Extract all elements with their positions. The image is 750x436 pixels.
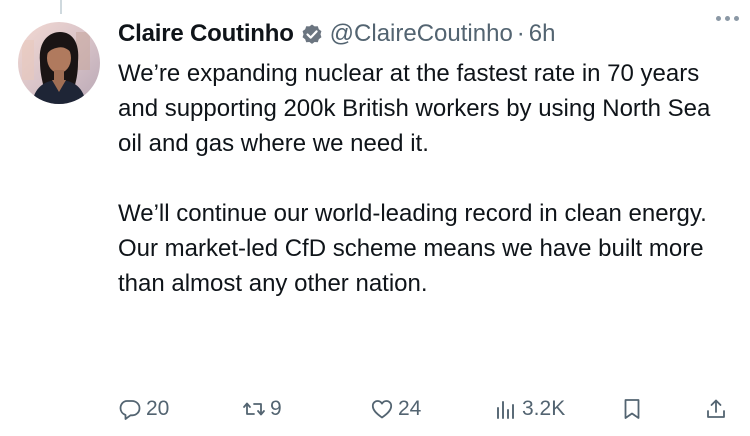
timestamp[interactable]: 6h: [529, 20, 556, 48]
reply-icon: [119, 400, 141, 420]
verified-badge-icon[interactable]: [300, 22, 324, 46]
bookmark-icon: [624, 399, 640, 419]
action-bar: 20 9 24 3.2K: [118, 394, 738, 424]
tweet-paragraph: We’ll continue our world-leading record …: [118, 200, 707, 297]
repost-icon: [243, 402, 265, 416]
bookmark-button[interactable]: [620, 394, 644, 424]
repost-count: 9: [270, 397, 282, 420]
share-icon: [707, 399, 725, 418]
reply-count: 20: [146, 397, 170, 420]
views-bar-icon: [497, 401, 514, 419]
author-name[interactable]: Claire Coutinho: [118, 20, 294, 48]
views-button[interactable]: 3.2K: [494, 394, 565, 424]
reply-button[interactable]: 20: [118, 394, 169, 424]
tweet-header: Claire Coutinho @ClaireCoutinho · 6h: [118, 16, 730, 52]
share-button[interactable]: [704, 394, 728, 424]
view-count: 3.2K: [522, 397, 566, 420]
like-count: 24: [398, 397, 422, 420]
like-button[interactable]: 24: [370, 394, 421, 424]
tweet-paragraph: We’re expanding nuclear at the fastest r…: [118, 60, 711, 157]
more-horizontal-icon[interactable]: [710, 6, 744, 30]
repost-button[interactable]: 9: [242, 394, 282, 424]
avatar[interactable]: [18, 22, 100, 104]
separator-dot: ·: [516, 20, 525, 47]
tweet-text: We’re expanding nuclear at the fastest r…: [118, 56, 738, 301]
author-handle[interactable]: @ClaireCoutinho: [330, 20, 513, 48]
thread-connector-line: [60, 0, 62, 14]
heart-icon: [371, 400, 393, 419]
